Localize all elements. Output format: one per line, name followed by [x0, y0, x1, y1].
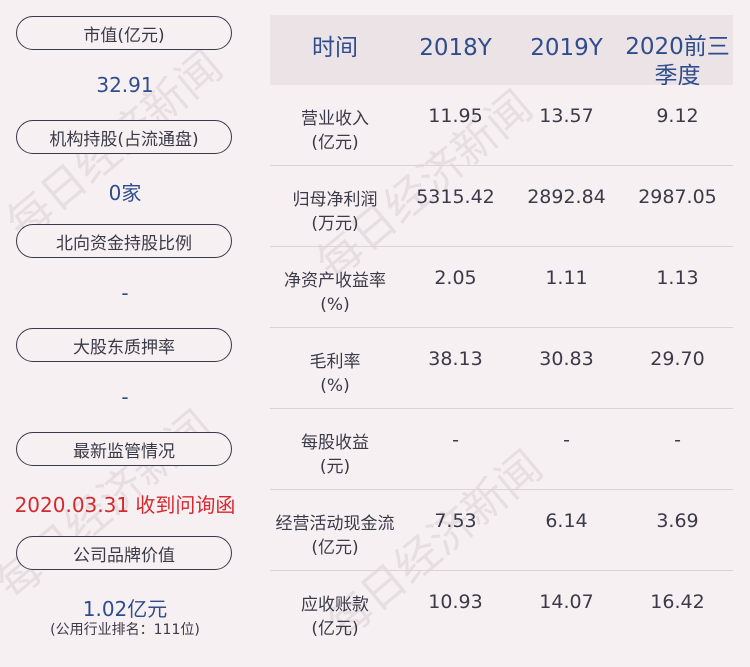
- cell-value: 29.70: [650, 348, 705, 370]
- table-row: 每股收益 (元) - - -: [270, 409, 733, 490]
- institutional-holdings-label: 机构持股(占流通盘): [16, 120, 232, 154]
- brand-value-value: 1.02亿元: [82, 597, 168, 621]
- cell-value: 2.05: [434, 267, 477, 289]
- header-2018: 2018Y: [419, 35, 492, 61]
- regulatory-status-value: 2020.03.31 收到问询函: [14, 493, 236, 517]
- cell-value: 30.83: [539, 348, 594, 370]
- northbound-ratio-label: 北向资金持股比例: [16, 224, 232, 258]
- cell-value: 10.93: [428, 591, 483, 613]
- cell-value: 1.11: [545, 267, 588, 289]
- cell-value: -: [674, 429, 681, 451]
- institutional-holdings-value: 0家: [108, 181, 142, 205]
- cell-value: 6.14: [545, 510, 588, 532]
- table-row: 应收账款 (亿元) 10.93 14.07 16.42: [270, 571, 733, 652]
- header-2020-q3: 2020前三季度: [625, 34, 730, 89]
- row-label: 经营活动现金流 (亿元): [275, 514, 395, 558]
- cell-value: 7.53: [434, 510, 477, 532]
- table-row: 经营活动现金流 (亿元) 7.53 6.14 3.69: [270, 490, 733, 571]
- table-row: 归母净利润 (万元) 5315.42 2892.84 2987.05: [270, 166, 733, 247]
- summary-panel: 市值(亿元) 32.91 机构持股(占流通盘) 0家 北向资金持股比例 - 大股…: [0, 0, 250, 667]
- header-2019: 2019Y: [530, 35, 603, 61]
- cell-value: 13.57: [539, 105, 594, 127]
- market-cap-label: 市值(亿元): [16, 16, 232, 50]
- table-row: 营业收入 (亿元) 11.95 13.57 9.12: [270, 85, 733, 166]
- cell-value: 2987.05: [638, 186, 717, 208]
- brand-value-label: 公司品牌价值: [16, 536, 232, 570]
- row-label: 每股收益 (元): [301, 433, 369, 477]
- row-label: 毛利率 (%): [309, 352, 361, 396]
- row-label: 应收账款 (亿元): [301, 595, 369, 639]
- cell-value: 38.13: [428, 348, 483, 370]
- regulatory-status-label: 最新监管情况: [16, 432, 232, 466]
- cell-value: -: [452, 429, 459, 451]
- table-row: 净资产收益率 (%) 2.05 1.11 1.13: [270, 247, 733, 328]
- row-label: 营业收入 (亿元): [301, 109, 369, 153]
- financial-table: 时间 2018Y 2019Y 2020前三季度 营业收入 (亿元) 11.95 1…: [270, 15, 733, 652]
- pledge-rate-label: 大股东质押率: [16, 328, 232, 362]
- row-label: 归母净利润 (万元): [292, 190, 378, 234]
- northbound-ratio-value: -: [121, 281, 129, 305]
- pledge-rate-value: -: [121, 385, 129, 409]
- brand-ranking-note: (公用行业排名：111位): [50, 622, 200, 638]
- cell-value: 14.07: [539, 591, 594, 613]
- row-label: 净资产收益率 (%): [284, 271, 386, 315]
- cell-value: 5315.42: [416, 186, 495, 208]
- cell-value: 11.95: [428, 105, 483, 127]
- cell-value: 3.69: [656, 510, 699, 532]
- cell-value: 9.12: [656, 105, 699, 127]
- table-row: 毛利率 (%) 38.13 30.83 29.70: [270, 328, 733, 409]
- cell-value: 2892.84: [527, 186, 606, 208]
- market-cap-value: 32.91: [96, 73, 154, 97]
- header-time: 时间: [312, 35, 358, 61]
- table-header: 时间 2018Y 2019Y 2020前三季度: [270, 15, 733, 89]
- cell-value: -: [563, 429, 570, 451]
- cell-value: 16.42: [650, 591, 705, 613]
- cell-value: 1.13: [656, 267, 699, 289]
